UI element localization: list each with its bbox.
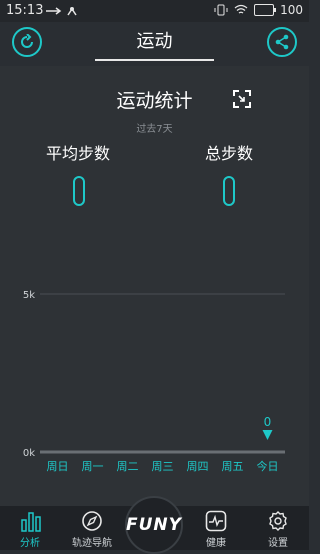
sync-icon <box>21 34 33 48</box>
share-button[interactable] <box>267 27 297 57</box>
total-steps-value: 0 <box>223 176 235 206</box>
compass-icon <box>82 511 102 531</box>
usb-icon <box>44 5 84 20</box>
tab-navigation[interactable]: 轨迹导航 <box>62 506 122 550</box>
steps-chart: 5k 0k 周日 周一 周二 周三 周四 周五 今日 0 <box>23 290 285 473</box>
status-time: 15:13 <box>6 3 44 18</box>
stats-period: 过去7天 <box>136 124 173 135</box>
x-tick-label: 周日 <box>47 460 69 473</box>
y-tick-label: 0k <box>23 448 35 459</box>
today-marker <box>262 430 273 440</box>
fullscreen-button[interactable] <box>232 89 252 113</box>
x-tick-label: 周三 <box>152 460 174 473</box>
today-value-label: 0 <box>264 415 272 429</box>
heartbeat-icon <box>205 510 227 532</box>
bottom-tabbar: 分析 轨迹导航 FUNY 健康 设置 <box>0 496 309 554</box>
x-tick-label: 周五 <box>222 460 244 473</box>
tab-navigation-label: 轨迹导航 <box>72 538 112 549</box>
header: 运动 <box>0 22 309 66</box>
avg-steps-label: 平均步数 <box>46 144 111 163</box>
stats-title: 运动统计 <box>116 90 193 112</box>
tab-health[interactable]: 健康 <box>186 506 246 550</box>
y-tick-label: 5k <box>23 290 35 301</box>
tab-indicator <box>95 59 214 61</box>
tab-settings-label: 设置 <box>268 538 288 549</box>
tab-health-label: 健康 <box>206 538 226 549</box>
share-icon <box>275 34 289 50</box>
tab-settings[interactable]: 设置 <box>248 506 308 550</box>
bar-chart-icon <box>21 512 41 532</box>
wifi-icon <box>234 4 248 14</box>
vibrate-icon <box>214 4 228 16</box>
x-tick-label: 周四 <box>187 460 209 473</box>
avg-steps-value: 0 <box>73 176 85 206</box>
x-tick-label: 周一 <box>82 460 104 473</box>
sync-button[interactable] <box>12 27 42 57</box>
funy-logo: FUNY <box>126 515 182 535</box>
funy-home-button[interactable]: FUNY <box>125 496 183 554</box>
battery-icon <box>254 4 277 16</box>
tab-analysis-label: 分析 <box>20 538 40 549</box>
total-steps-label: 总步数 <box>205 144 254 163</box>
battery-level: 100 <box>280 3 303 17</box>
status-bar: 15:13 100 <box>0 0 309 22</box>
tab-sport[interactable]: 运动 <box>95 22 214 60</box>
gear-icon <box>269 511 287 531</box>
x-tick-label: 今日 <box>257 459 279 473</box>
x-tick-label: 周二 <box>117 460 139 473</box>
tab-analysis[interactable]: 分析 <box>0 506 60 550</box>
fullscreen-icon <box>233 90 251 108</box>
